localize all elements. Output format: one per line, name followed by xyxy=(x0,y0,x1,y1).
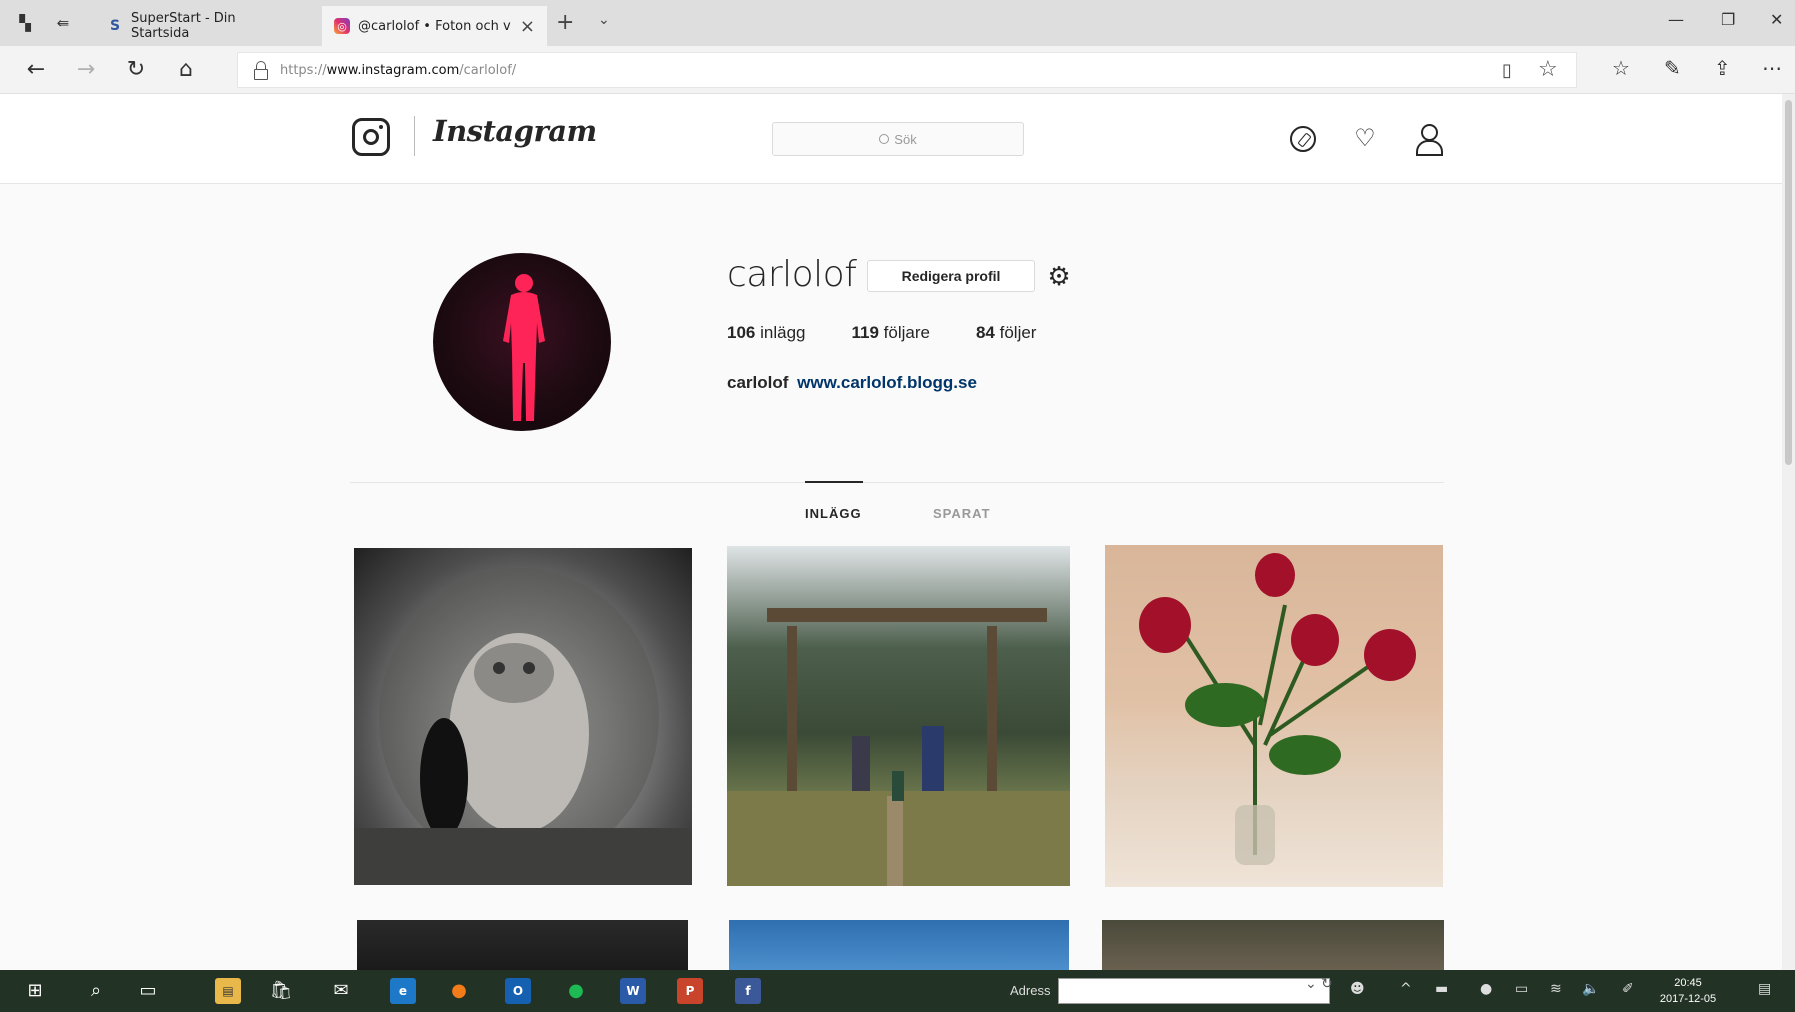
url-host: www.instagram.com xyxy=(326,62,460,78)
volume-icon[interactable]: 🔈 xyxy=(1582,981,1599,997)
instagram-camera-icon[interactable] xyxy=(352,118,390,156)
spotify-icon[interactable]: ● xyxy=(563,978,589,1004)
restore-icon[interactable]: ❐ xyxy=(1721,10,1735,29)
tab-posts[interactable]: INLÄGG xyxy=(805,506,862,521)
refresh-icon[interactable]: ↻ xyxy=(122,56,150,84)
explore-compass-icon[interactable] xyxy=(1290,126,1316,152)
mail-icon[interactable]: ✉ xyxy=(328,978,354,1004)
taskbar-address-label: Adress xyxy=(1010,983,1051,998)
address-bar[interactable]: https:// www.instagram.com /carlolof/ ▯ … xyxy=(237,52,1577,88)
clock-time: 20:45 xyxy=(1674,977,1702,989)
lock-icon xyxy=(252,61,270,80)
tab-instagram[interactable]: ◎ @carlolof • Foton och v × xyxy=(322,6,547,46)
tab-saved[interactable]: SPARAT xyxy=(933,506,991,521)
store-icon[interactable]: 🛍 xyxy=(268,978,294,1004)
minimize-icon[interactable]: — xyxy=(1668,10,1684,29)
edge-browser-icon[interactable]: e xyxy=(390,978,416,1004)
instagram-wordmark[interactable]: Instagram xyxy=(433,114,597,148)
stat-posts[interactable]: 106 inlägg xyxy=(727,323,805,343)
people-icon[interactable]: ☻ xyxy=(1350,981,1365,997)
powerpoint-icon[interactable]: P xyxy=(677,978,703,1004)
scrollbar-thumb[interactable] xyxy=(1785,100,1792,465)
superstart-favicon-icon: S xyxy=(109,18,121,34)
post-dark-partial[interactable] xyxy=(357,920,688,970)
pen-workspace-icon[interactable]: ✐ xyxy=(1622,981,1634,997)
outlook-icon[interactable]: O xyxy=(505,978,531,1004)
profile-person-icon[interactable] xyxy=(1414,124,1443,156)
bio-link[interactable]: www.carlolof.blogg.se xyxy=(797,373,977,392)
tab-superstart[interactable]: S SuperStart - Din Startsida xyxy=(95,6,310,46)
wifi-icon[interactable]: ≋ xyxy=(1550,981,1562,997)
url-path: /carlolof/ xyxy=(459,62,517,78)
windows-taskbar: ⊞ ⌕ ▭ ▤ 🛍 ✉ e ● O ● W P f Adress ⌄ ↻ ☻ ^… xyxy=(0,970,1795,1012)
tab-label: @carlolof • Foton och v xyxy=(358,18,511,34)
new-tab-icon[interactable]: + xyxy=(556,10,574,35)
windows-start-icon[interactable]: ⊞ xyxy=(22,978,48,1004)
pen-icon[interactable]: ✎ xyxy=(1664,56,1681,80)
search-input[interactable]: Sök xyxy=(772,122,1024,156)
stat-following[interactable]: 84 följer xyxy=(976,323,1037,343)
close-window-icon[interactable]: ✕ xyxy=(1770,10,1783,29)
post-owl[interactable] xyxy=(354,548,692,885)
firefox-icon[interactable]: ● xyxy=(446,978,472,1004)
taskbar-address-input[interactable] xyxy=(1058,978,1330,1004)
tab-label: SuperStart - Din Startsida xyxy=(130,11,236,41)
tray-app-icon[interactable]: ▬ xyxy=(1435,981,1448,997)
profile-username: carlolof xyxy=(727,254,857,295)
owl-photo xyxy=(354,568,692,885)
share-icon[interactable]: ⇪ xyxy=(1714,56,1731,80)
post-roses[interactable] xyxy=(1105,545,1443,887)
close-tab-icon[interactable]: × xyxy=(520,16,535,37)
stat-followers[interactable]: 119 följare xyxy=(851,323,929,343)
logo-divider xyxy=(414,116,415,156)
url-scheme: https:// xyxy=(280,62,327,78)
edit-profile-button[interactable]: Redigera profil xyxy=(867,260,1035,292)
post-nature-partial[interactable] xyxy=(1102,920,1444,970)
clock-date: 2017-12-05 xyxy=(1659,993,1717,1005)
profile-stats: 106 inlägg 119 följare 84 följer xyxy=(727,323,1036,343)
avatar[interactable] xyxy=(433,253,611,431)
word-icon[interactable]: W xyxy=(620,978,646,1004)
active-tab-indicator xyxy=(805,481,863,483)
taskbar-address-go-icon[interactable]: ⌄ ↻ xyxy=(1305,976,1333,992)
roses-photo xyxy=(1139,553,1416,865)
favorite-star-icon[interactable]: ☆ xyxy=(1538,57,1558,82)
bio-name: carlolof xyxy=(727,373,789,392)
family-gate-photo xyxy=(727,608,1070,886)
back-arrow-icon[interactable]: ← xyxy=(22,56,50,84)
more-icon[interactable]: ⋯ xyxy=(1762,56,1782,80)
set-aside-tabs-icon[interactable]: ⇚ xyxy=(52,12,74,34)
instagram-header: Instagram Sök ♡ xyxy=(0,94,1782,184)
task-view-icon[interactable]: ▭ xyxy=(135,978,161,1004)
browser-navbar: ← → ↻ ⌂ https:// www.instagram.com /carl… xyxy=(0,46,1795,94)
page-scrollbar[interactable] xyxy=(1782,94,1795,970)
profile-divider xyxy=(350,482,1444,483)
search-icon xyxy=(879,134,890,144)
avatar-silhouette xyxy=(503,274,545,421)
chevron-up-icon[interactable]: ^ xyxy=(1400,981,1412,997)
instagram-favicon-icon: ◎ xyxy=(334,18,350,34)
battery-icon[interactable]: ▭ xyxy=(1515,981,1528,997)
notifications-icon[interactable]: ▤ xyxy=(1758,981,1771,997)
chevron-down-icon[interactable]: ⌄ xyxy=(598,12,610,28)
facebook-icon[interactable]: f xyxy=(735,978,761,1004)
search-placeholder: Sök xyxy=(894,131,917,147)
search-icon[interactable]: ⌕ xyxy=(83,978,109,1004)
forward-arrow-icon[interactable]: → xyxy=(72,56,100,84)
reading-view-icon[interactable]: ▯ xyxy=(1502,60,1512,81)
tab-manager-icon[interactable]: ▚ xyxy=(14,12,36,34)
post-family-gate[interactable] xyxy=(727,546,1070,886)
post-sky-partial[interactable] xyxy=(729,920,1069,970)
taskbar-clock[interactable]: 20:45 2017-12-05 xyxy=(1658,975,1718,1007)
profile-bio: carlolof www.carlolof.blogg.se xyxy=(727,373,977,393)
heart-icon[interactable]: ♡ xyxy=(1351,124,1379,152)
file-explorer-icon[interactable]: ▤ xyxy=(215,978,241,1004)
favorites-list-icon[interactable]: ☆ xyxy=(1612,56,1630,80)
gear-icon[interactable]: ⚙ xyxy=(1045,263,1073,291)
browser-tabbar: ▚ ⇚ S SuperStart - Din Startsida ◎ @carl… xyxy=(0,0,1795,46)
home-icon[interactable]: ⌂ xyxy=(172,56,200,84)
antivirus-icon[interactable]: ● xyxy=(1480,981,1492,997)
